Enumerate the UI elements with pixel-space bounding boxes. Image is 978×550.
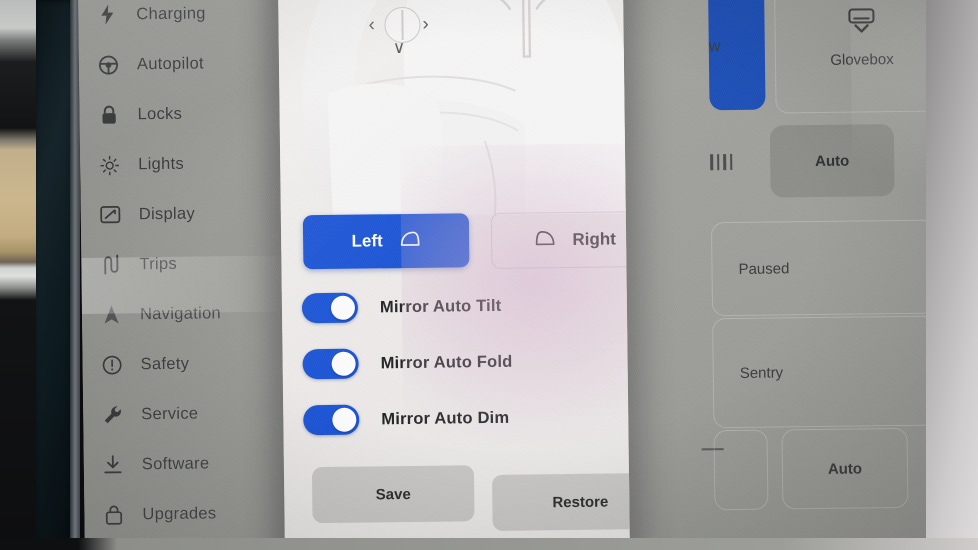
sidebar-label-upgrades: Upgrades <box>142 503 217 523</box>
navigation-arrow-icon <box>100 303 122 325</box>
tile-temp-down[interactable] <box>713 429 769 511</box>
sidebar-item-trips[interactable]: Trips <box>99 241 295 285</box>
mirror-auto-dim-label: Mirror Auto Dim <box>381 408 510 428</box>
mirror-left-label: Left <box>351 231 383 251</box>
display-icon <box>99 203 121 225</box>
sidebar-label-locks: Locks <box>137 104 183 123</box>
scroll-wheel-control: ∧ ‹ › ∨ <box>366 0 437 80</box>
sidebar-label-trips: Trips <box>139 254 178 273</box>
wrench-icon <box>101 403 123 425</box>
sidebar-item-navigation[interactable]: Navigation <box>100 291 296 335</box>
mirror-left-button[interactable]: Left <box>302 213 470 270</box>
tile-auto-top-label: Auto <box>815 152 850 170</box>
sidebar-item-autopilot[interactable]: Autopilot <box>97 41 293 85</box>
tile-auto-bottom[interactable]: Auto <box>781 427 909 510</box>
mirror-icon <box>534 230 556 251</box>
sidebar-item-charging[interactable]: Charging <box>96 0 292 36</box>
mirror-side-selector: Left Right <box>302 210 631 276</box>
fan-speed-bars <box>710 154 733 171</box>
lock-icon <box>97 104 119 126</box>
trips-icon <box>99 253 121 275</box>
sidebar-item-upgrades[interactable]: Upgrades <box>102 491 298 535</box>
sidebar-label-navigation: Navigation <box>139 303 222 323</box>
tile-sentry[interactable]: Sentry <box>712 315 938 429</box>
shopping-bag-icon <box>102 503 124 525</box>
toggle-row-mirror-auto-dim: Mirror Auto Dim <box>303 403 509 436</box>
mirror-settings-panel: ∧ ‹ › ∨ Left <box>277 0 631 550</box>
toggle-knob <box>332 407 357 432</box>
mirror-auto-fold-toggle[interactable] <box>302 348 359 380</box>
toggle-knob <box>330 295 356 320</box>
lightbulb-icon <box>98 153 120 175</box>
download-icon <box>102 453 124 475</box>
sidebar-label-autopilot: Autopilot <box>136 53 204 73</box>
chevron-right-icon[interactable]: › <box>422 14 429 36</box>
sidebar-item-service[interactable]: Service <box>101 391 297 435</box>
dashboard-edge <box>0 538 978 550</box>
photo-of-touchscreen: w Glovebox Auto Paused Sentry Auto Charg… <box>0 0 978 550</box>
save-button-label: Save <box>375 485 411 503</box>
sidebar-item-lights[interactable]: Lights <box>98 141 294 185</box>
sidebar-label-display: Display <box>138 204 196 223</box>
restore-button[interactable]: Restore <box>492 472 631 531</box>
exclamation-circle-icon <box>100 353 122 375</box>
sidebar-label-charging: Charging <box>136 3 206 23</box>
tile-paused-label: Paused <box>738 259 790 278</box>
sidebar-label-software: Software <box>141 453 210 473</box>
toggle-row-mirror-auto-fold: Mirror Auto Fold <box>302 347 513 380</box>
sidebar-item-locks[interactable]: Locks <box>97 91 293 135</box>
steering-wheel-icon <box>97 54 119 76</box>
glovebox-icon <box>845 7 877 39</box>
sidebar-item-display[interactable]: Display <box>99 191 295 235</box>
mirror-right-button[interactable]: Right <box>490 210 631 269</box>
save-button[interactable]: Save <box>311 465 475 524</box>
tile-auto-bottom-label: Auto <box>827 459 863 478</box>
screen-bezel-dark <box>36 0 74 550</box>
touchscreen-display: w Glovebox Auto Paused Sentry Auto Charg… <box>78 0 978 550</box>
bolt-icon <box>96 4 118 26</box>
mirror-auto-tilt-toggle[interactable] <box>301 292 359 324</box>
tile-sentry-label: Sentry <box>739 363 784 382</box>
mirror-right-label: Right <box>572 229 616 249</box>
mirror-auto-dim-toggle[interactable] <box>303 404 360 436</box>
tile-auto-top[interactable]: Auto <box>769 124 895 198</box>
mirror-icon <box>399 230 421 251</box>
clipped-tile-label: w <box>708 38 721 56</box>
sidebar-item-software[interactable]: Software <box>102 441 298 485</box>
sidebar-label-service: Service <box>141 404 199 423</box>
sidebar-label-lights: Lights <box>138 154 185 173</box>
tile-paused[interactable]: Paused <box>710 219 937 317</box>
screen-bezel-right <box>926 0 978 550</box>
toggle-row-mirror-auto-tilt: Mirror Auto Tilt <box>301 291 502 324</box>
steering-wheel-illustration: ∧ ‹ › ∨ <box>278 0 626 218</box>
sidebar-label-safety: Safety <box>140 354 190 373</box>
sidebar-item-safety[interactable]: Safety <box>100 341 296 385</box>
mirror-auto-tilt-label: Mirror Auto Tilt <box>379 296 502 316</box>
mirror-auto-fold-label: Mirror Auto Fold <box>380 352 513 372</box>
restore-button-label: Restore <box>552 493 609 511</box>
settings-sidebar: Charging Autopilot Locks Lights Display … <box>78 0 298 550</box>
scroll-wheel-icon[interactable] <box>384 6 421 44</box>
tile-glovebox-label: Glovebox <box>830 50 894 69</box>
tile-glovebox[interactable]: Glovebox <box>773 0 950 114</box>
chevron-left-icon[interactable]: ‹ <box>368 14 375 36</box>
room-reflection-left <box>0 0 40 550</box>
toggle-knob <box>331 351 356 376</box>
